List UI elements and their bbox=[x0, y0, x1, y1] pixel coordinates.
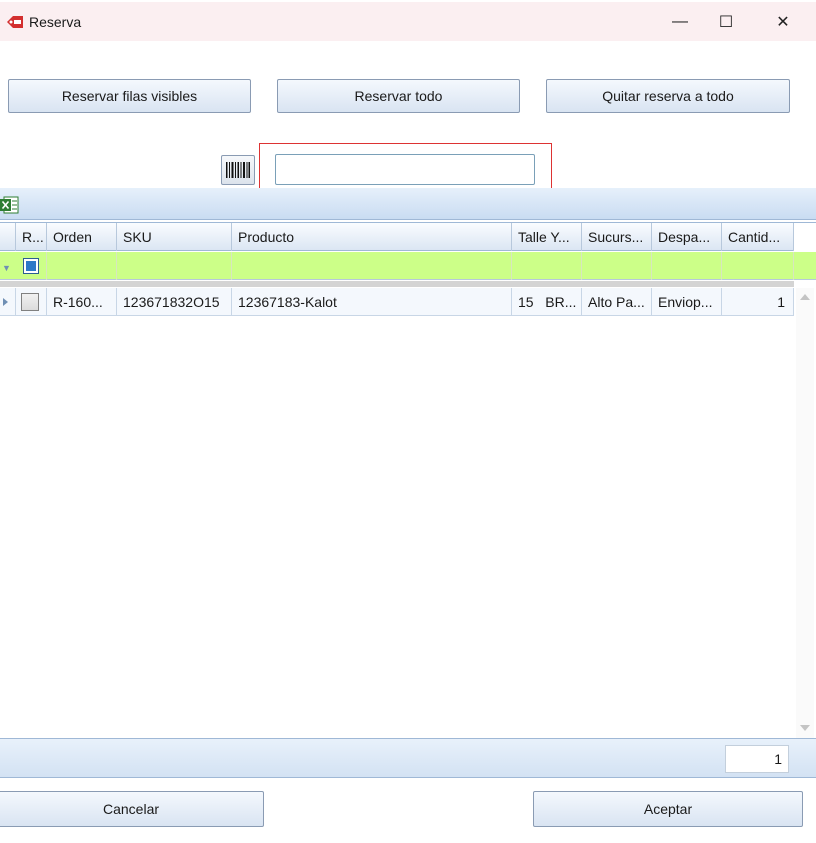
barcode-button[interactable] bbox=[221, 155, 255, 185]
grid-toolbar bbox=[0, 188, 816, 220]
total-cantidad: 1 bbox=[725, 745, 789, 773]
maximize-button[interactable]: ☐ bbox=[703, 2, 749, 41]
column-header-despacho[interactable]: Despa... bbox=[652, 223, 722, 251]
sale-tag-icon bbox=[7, 16, 23, 28]
cell-sucursal[interactable]: Alto Pa... bbox=[582, 288, 652, 316]
accept-button[interactable]: Aceptar bbox=[533, 791, 803, 827]
cell-orden[interactable]: R-160... bbox=[47, 288, 117, 316]
filter-cell-sku[interactable] bbox=[117, 252, 232, 280]
column-header-reservado[interactable]: R... bbox=[16, 223, 47, 251]
reserve-checkbox[interactable] bbox=[21, 293, 39, 311]
cell-despacho[interactable]: Enviop... bbox=[652, 288, 722, 316]
header-row-selector bbox=[0, 223, 16, 251]
group-separator bbox=[0, 281, 794, 287]
column-header-talle[interactable]: Talle Y... bbox=[512, 223, 582, 251]
filter-cell-orden[interactable] bbox=[47, 252, 117, 280]
cell-producto[interactable]: 12367183-Kalot bbox=[232, 288, 512, 316]
summary-bar: 1 bbox=[0, 738, 816, 778]
reservation-grid: R... Orden SKU Producto Talle Y... Sucur… bbox=[0, 222, 816, 738]
cell-reservado[interactable] bbox=[16, 288, 47, 316]
filter-cell-sucursal[interactable] bbox=[582, 252, 652, 280]
column-header-cantidad[interactable]: Cantid... bbox=[722, 223, 794, 251]
title-bar[interactable]: Reserva — ☐ ✕ bbox=[0, 2, 816, 41]
column-header-orden[interactable]: Orden bbox=[47, 223, 117, 251]
close-button[interactable]: ✕ bbox=[760, 2, 806, 41]
cell-cantidad[interactable]: 1 bbox=[722, 288, 794, 316]
reserve-all-button[interactable]: Reservar todo bbox=[277, 79, 520, 113]
remove-all-reservations-button[interactable]: Quitar reserva a todo bbox=[546, 79, 790, 113]
excel-export-icon[interactable] bbox=[0, 195, 20, 215]
filter-cell-reservado[interactable] bbox=[16, 252, 47, 280]
barcode-input[interactable] bbox=[275, 154, 535, 185]
column-header-sucursal[interactable]: Sucurs... bbox=[582, 223, 652, 251]
column-header-producto[interactable]: Producto bbox=[232, 223, 512, 251]
grid-header: R... Orden SKU Producto Talle Y... Sucur… bbox=[0, 223, 794, 251]
window-title: Reserva bbox=[29, 14, 82, 30]
column-header-sku[interactable]: SKU bbox=[117, 223, 232, 251]
filter-cell-despacho[interactable] bbox=[652, 252, 722, 280]
filter-cell-talle[interactable] bbox=[512, 252, 582, 280]
table-row[interactable]: R-160... 123671832O15 12367183-Kalot 15 … bbox=[0, 288, 794, 316]
cell-sku[interactable]: 123671832O15 bbox=[117, 288, 232, 316]
filter-row: ▼ bbox=[0, 252, 816, 280]
barcode-icon bbox=[226, 162, 250, 178]
reserve-visible-rows-button[interactable]: Reservar filas visibles bbox=[8, 79, 251, 113]
row-selector[interactable] bbox=[0, 288, 16, 316]
scroll-up-icon[interactable] bbox=[800, 294, 810, 300]
minimize-button[interactable]: — bbox=[657, 2, 703, 41]
reserva-dialog: Reserva — ☐ ✕ Reservar filas visibles Re… bbox=[0, 2, 816, 843]
filter-cell-producto[interactable] bbox=[232, 252, 512, 280]
cancel-button[interactable]: Cancelar bbox=[0, 791, 264, 827]
scroll-down-icon[interactable] bbox=[800, 725, 810, 731]
filter-cell-cantidad[interactable] bbox=[722, 252, 794, 280]
vertical-scrollbar[interactable] bbox=[796, 288, 814, 738]
cell-talle[interactable]: 15 BR... bbox=[512, 288, 582, 316]
filter-icon: ▼ bbox=[2, 263, 11, 273]
